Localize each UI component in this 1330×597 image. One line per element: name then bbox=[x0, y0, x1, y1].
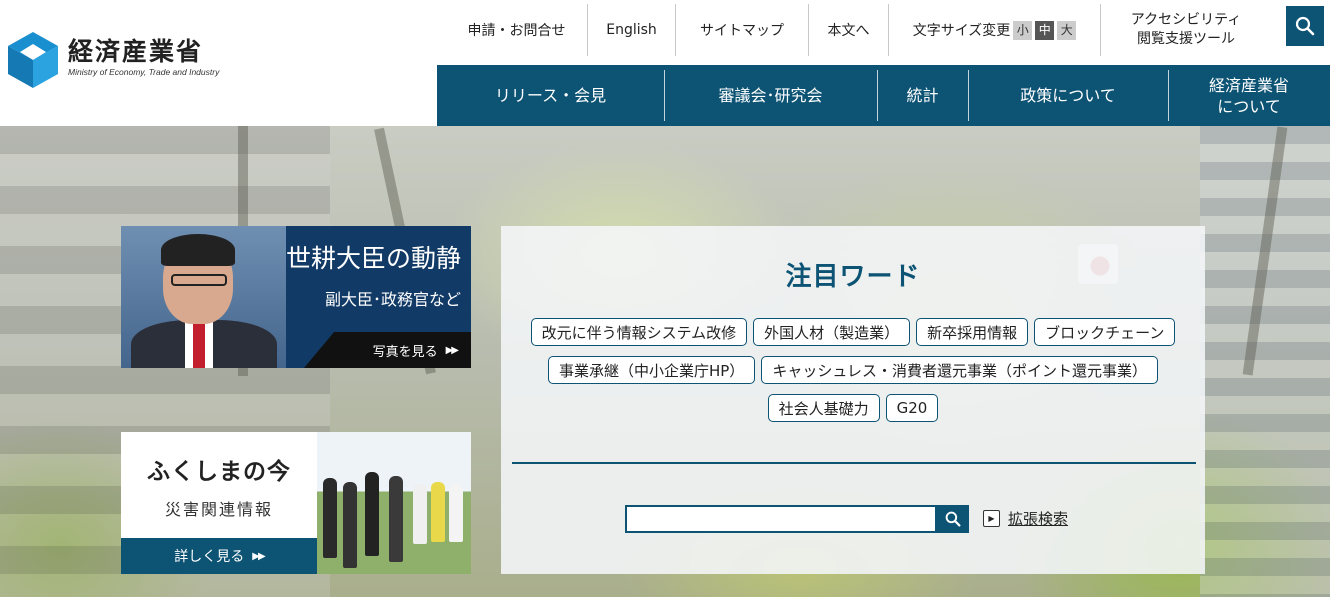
view-photos-label: 写真を見る bbox=[372, 344, 438, 360]
featured-tag[interactable]: キャッシュレス・消費者還元事業（ポイント還元事業） bbox=[761, 356, 1159, 384]
nav-councils[interactable]: 審議会･研究会 bbox=[664, 65, 877, 126]
header-search-button[interactable] bbox=[1286, 6, 1324, 46]
fukushima-card[interactable]: ふくしまの今 災害関連情報 詳しく見る ▶▶ bbox=[121, 432, 471, 574]
featured-tag-list: 改元に伴う情報システム改修 外国人材（製造業） 新卒採用情報 ブロックチェーン … bbox=[509, 318, 1197, 422]
font-size-medium-button[interactable]: 中 bbox=[1035, 20, 1055, 40]
font-size-control: 文字サイズ変更 小 中 大 bbox=[889, 4, 1101, 56]
see-details-link[interactable]: 詳しく見る ▶▶ bbox=[121, 538, 317, 574]
logo-name-en: Ministry of Economy, Trade and Industry bbox=[68, 67, 220, 77]
nav-about-line2: について bbox=[1217, 96, 1281, 116]
minister-card-title: 世耕大臣の動静 bbox=[285, 244, 461, 273]
featured-tag[interactable]: 社会人基礎力 bbox=[767, 394, 880, 422]
nav-about[interactable]: 経済産業省 について bbox=[1168, 65, 1330, 126]
view-photos-link[interactable]: 写真を見る ▶▶ bbox=[304, 332, 471, 368]
font-size-label: 文字サイズ変更 bbox=[912, 23, 1011, 39]
utility-nav: 申請・お問合せ English サイトマップ 本文へ 文字サイズ変更 小 中 大… bbox=[446, 4, 1271, 56]
accessibility-tool-link[interactable]: アクセシビリティ 閲覧支援ツール bbox=[1101, 4, 1271, 56]
sitemap-link[interactable]: サイトマップ bbox=[676, 4, 809, 56]
featured-words-panel: 注目ワード 改元に伴う情報システム改修 外国人材（製造業） 新卒採用情報 ブロッ… bbox=[501, 226, 1205, 574]
divider bbox=[512, 462, 1196, 464]
see-details-label: 詳しく見る bbox=[174, 549, 245, 565]
minister-card-subtitle: 副大臣･政務官など bbox=[324, 290, 461, 309]
font-size-small-button[interactable]: 小 bbox=[1013, 20, 1033, 40]
fukushima-card-subtitle: 災害関連情報 bbox=[164, 500, 273, 519]
font-size-large-button[interactable]: 大 bbox=[1057, 20, 1077, 40]
site-logo[interactable]: 経済産業省 Ministry of Economy, Trade and Ind… bbox=[6, 30, 219, 90]
featured-tag[interactable]: 外国人材（製造業） bbox=[753, 318, 911, 346]
advanced-search-label: 拡張検索 bbox=[1008, 510, 1069, 528]
site-header: 経済産業省 Ministry of Economy, Trade and Ind… bbox=[0, 0, 1330, 126]
featured-tag[interactable]: 新卒採用情報 bbox=[916, 318, 1029, 346]
featured-words-title: 注目ワード bbox=[785, 262, 921, 292]
double-chevron-right-icon: ▶▶ bbox=[445, 344, 459, 356]
double-chevron-right-icon: ▶▶ bbox=[252, 550, 265, 562]
search-icon bbox=[945, 511, 961, 527]
featured-tag[interactable]: G20 bbox=[885, 394, 939, 422]
featured-tag[interactable]: 事業承継（中小企業庁HP） bbox=[547, 356, 756, 384]
contact-link[interactable]: 申請・お問合せ bbox=[446, 4, 588, 56]
search-icon bbox=[1295, 16, 1315, 36]
nav-releases[interactable]: リリース・会見 bbox=[437, 65, 664, 126]
accessibility-label-line1: アクセシビリティ bbox=[1130, 12, 1242, 28]
accessibility-label-line2: 閲覧支援ツール bbox=[1137, 31, 1235, 47]
hero-area: 世耕大臣の動静 副大臣･政務官など 写真を見る ▶▶ ふくしまの今 災害関連情報… bbox=[0, 126, 1330, 597]
site-search-button[interactable] bbox=[937, 505, 969, 533]
english-link[interactable]: English bbox=[588, 4, 676, 56]
nav-about-line1: 経済産業省 bbox=[1208, 75, 1289, 95]
fukushima-photo bbox=[317, 432, 471, 574]
site-search-input[interactable] bbox=[625, 505, 937, 533]
nav-about-label: 経済産業省 について bbox=[1209, 75, 1289, 117]
play-icon: ▶ bbox=[983, 510, 1000, 527]
meti-logo-icon bbox=[8, 32, 58, 88]
global-nav: リリース・会見 審議会･研究会 統計 政策について 経済産業省 について bbox=[437, 65, 1330, 126]
nav-policy[interactable]: 政策について bbox=[968, 65, 1168, 126]
fukushima-card-title: ふくしまの今 bbox=[147, 459, 291, 485]
advanced-search-link[interactable]: ▶ 拡張検索 bbox=[983, 508, 1068, 529]
featured-tag[interactable]: 改元に伴う情報システム改修 bbox=[530, 318, 748, 346]
featured-tag[interactable]: ブロックチェーン bbox=[1034, 318, 1176, 346]
minister-activities-card[interactable]: 世耕大臣の動静 副大臣･政務官など 写真を見る ▶▶ bbox=[121, 226, 471, 368]
logo-name-jp: 経済産業省 bbox=[68, 37, 204, 66]
skip-to-content-link[interactable]: 本文へ bbox=[809, 4, 889, 56]
nav-statistics[interactable]: 統計 bbox=[877, 65, 968, 126]
background-building-right bbox=[1200, 126, 1330, 597]
